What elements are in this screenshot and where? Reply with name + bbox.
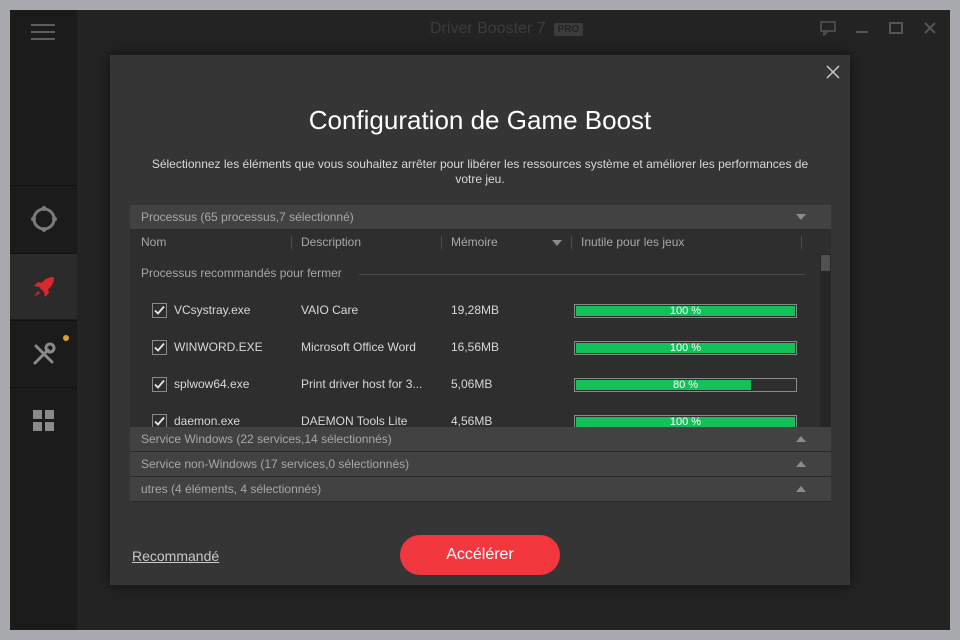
grid-icon [32, 409, 54, 431]
useless-bar: 100 % [574, 304, 797, 318]
row-checkbox[interactable] [152, 377, 167, 392]
process-name: VCsystray.exe [174, 303, 251, 317]
chevron-down-icon [796, 214, 806, 220]
maximize-icon[interactable] [886, 18, 906, 38]
process-description: Print driver host for 3... [301, 377, 423, 391]
section-processes[interactable]: Processus (65 processus,7 sélectionné) [130, 205, 831, 230]
process-memory: 19,28MB [451, 303, 500, 317]
tools-icon [33, 342, 55, 364]
app-window: Driver Booster 7 PRO Configuration de Ga… [10, 10, 950, 630]
sort-desc-icon [552, 240, 562, 246]
table-row[interactable]: daemon.exe DAEMON Tools Lite 4,56MB 100 … [130, 403, 820, 427]
dialog-title: Configuration de Game Boost [308, 105, 652, 135]
sidebar-item-tools[interactable] [10, 320, 77, 386]
app-title: Driver Booster 7 PRO [430, 20, 584, 38]
sidebar-item-action-center[interactable] [10, 387, 77, 453]
recommended-link[interactable]: Recommandé [132, 548, 219, 564]
app-title-text: Driver Booster 7 [430, 20, 546, 37]
section-non-windows-services-label: Service non-Windows (17 services,0 sélec… [141, 457, 410, 471]
process-memory: 16,56MB [451, 340, 500, 354]
table-row[interactable]: VCsystray.exe VAIO Care 19,28MB 100 % [130, 292, 820, 329]
row-checkbox[interactable] [152, 303, 167, 318]
notification-dot [63, 335, 69, 341]
row-checkbox[interactable] [152, 340, 167, 355]
dialog-subtitle: Sélectionnez les éléments que vous souha… [151, 157, 809, 186]
table-row[interactable]: splwow64.exe Print driver host for 3... … [130, 366, 820, 403]
group-label: Processus recommandés pour fermer [141, 266, 342, 280]
column-headers: Nom Description Mémoire Inutile pour les… [130, 230, 820, 254]
process-name: daemon.exe [174, 414, 241, 427]
process-list: Nom Description Mémoire Inutile pour les… [130, 230, 831, 427]
section-windows-services[interactable]: Service Windows (22 services,14 sélectio… [130, 427, 831, 452]
table-row[interactable]: WINWORD.EXE Microsoft Office Word 16,56M… [130, 329, 820, 366]
column-description[interactable]: Description [301, 230, 361, 254]
sidebar-item-scan[interactable] [10, 185, 77, 251]
column-memory[interactable]: Mémoire [451, 230, 498, 254]
pro-badge: PRO [553, 22, 584, 36]
scan-ring-icon [30, 205, 57, 232]
column-name[interactable]: Nom [141, 230, 166, 254]
useless-bar: 80 % [574, 378, 797, 392]
scrollbar[interactable] [820, 254, 831, 427]
chevron-up-icon [796, 436, 806, 442]
game-boost-dialog: Configuration de Game Boost Sélectionnez… [110, 55, 850, 585]
process-description: DAEMON Tools Lite [301, 414, 408, 427]
chevron-up-icon [796, 461, 806, 467]
group-divider [359, 274, 805, 275]
process-name: WINWORD.EXE [174, 340, 263, 354]
row-checkbox[interactable] [152, 414, 167, 427]
process-description: VAIO Care [301, 303, 359, 317]
feedback-icon[interactable] [818, 18, 838, 38]
section-others[interactable]: utres (4 éléments, 4 sélectionnés) [130, 477, 831, 502]
useless-bar: 100 % [574, 415, 797, 427]
process-description: Microsoft Office Word [301, 340, 416, 354]
process-name: splwow64.exe [174, 377, 250, 391]
rocket-icon [33, 276, 54, 297]
section-processes-label: Processus (65 processus,7 sélectionné) [141, 210, 354, 224]
chevron-up-icon [796, 486, 806, 492]
section-windows-services-label: Service Windows (22 services,14 sélectio… [141, 432, 392, 446]
sidebar [10, 10, 77, 630]
boost-items-panel: Processus (65 processus,7 sélectionné) N… [130, 205, 831, 505]
minimize-icon[interactable] [852, 18, 872, 38]
close-app-icon[interactable] [920, 18, 940, 38]
useless-bar: 100 % [574, 341, 797, 355]
section-non-windows-services[interactable]: Service non-Windows (17 services,0 sélec… [130, 452, 831, 477]
window-controls [818, 18, 940, 38]
section-others-label: utres (4 éléments, 4 sélectionnés) [141, 482, 322, 496]
sidebar-item-boost[interactable] [10, 253, 77, 319]
column-useless[interactable]: Inutile pour les jeux [581, 230, 684, 254]
process-memory: 5,06MB [451, 377, 493, 391]
close-icon[interactable] [826, 65, 840, 79]
process-memory: 4,56MB [451, 414, 493, 427]
menu-icon[interactable] [31, 24, 55, 40]
scrollbar-thumb[interactable] [821, 255, 830, 271]
boost-button[interactable]: Accélérer [400, 535, 560, 575]
